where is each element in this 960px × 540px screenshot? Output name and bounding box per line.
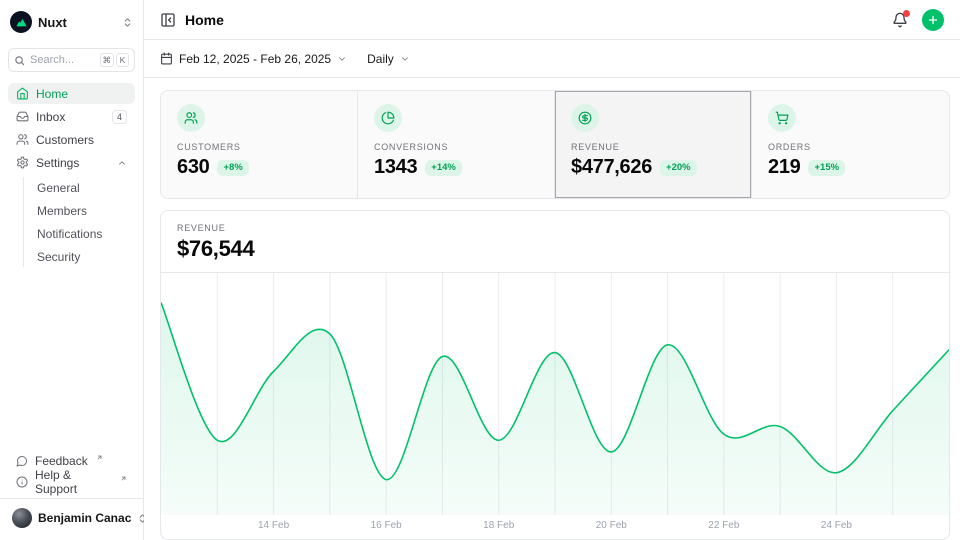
chart-pie-icon	[374, 104, 402, 132]
stats-row: CUSTOMERS 630 +8% CONVERSIONS 1343 +14%	[160, 90, 950, 199]
chevron-up-down-icon	[122, 17, 133, 28]
stat-value: 630	[177, 156, 209, 179]
stat-delta-badge: +8%	[217, 160, 248, 176]
chart-x-axis: 14 Feb 16 Feb 18 Feb 20 Feb 22 Feb 24 Feb	[161, 515, 949, 539]
sidebar-nav: Home Inbox 4 Customers Settings	[8, 83, 135, 267]
plus-icon	[927, 14, 939, 26]
workspace-name: Nuxt	[38, 15, 67, 30]
x-axis-tick-label: 24 Feb	[821, 520, 852, 531]
dashboard-content: CUSTOMERS 630 +8% CONVERSIONS 1343 +14%	[144, 78, 960, 540]
sidebar-item-members[interactable]: Members	[24, 200, 135, 221]
stat-value: 1343	[374, 156, 417, 179]
stat-label: CONVERSIONS	[374, 142, 538, 152]
users-icon	[177, 104, 205, 132]
search-placeholder: Search...	[30, 54, 74, 66]
sidebar-item-general[interactable]: General	[24, 177, 135, 198]
date-range-value: Feb 12, 2025 - Feb 26, 2025	[179, 52, 331, 66]
sidebar-item-label: Home	[36, 87, 68, 101]
stat-card-customers[interactable]: CUSTOMERS 630 +8%	[161, 91, 358, 198]
x-axis-tick-label: 16 Feb	[371, 520, 402, 531]
x-axis-tick-label: 14 Feb	[258, 520, 289, 531]
sidebar-item-security[interactable]: Security	[24, 246, 135, 267]
chart-plot-area[interactable]	[161, 273, 949, 515]
sidebar-item-customers[interactable]: Customers	[8, 129, 135, 150]
chevron-down-icon	[400, 54, 410, 64]
user-menu[interactable]: Benjamin Canac	[8, 506, 135, 530]
sidebar-item-label: Settings	[36, 156, 79, 170]
chevron-down-icon	[337, 54, 347, 64]
inbox-count-badge: 4	[112, 110, 127, 124]
x-axis-tick-label: 18 Feb	[483, 520, 514, 531]
dollar-circle-icon	[571, 104, 599, 132]
sidebar-item-inbox[interactable]: Inbox 4	[8, 106, 135, 127]
sidebar-user-section: Benjamin Canac	[0, 498, 143, 532]
workspace-switcher[interactable]: Nuxt	[8, 8, 135, 36]
inbox-icon	[16, 110, 29, 123]
notification-dot	[903, 10, 910, 17]
chart-header: REVENUE $76,544	[161, 211, 949, 273]
users-icon	[16, 133, 29, 146]
search-icon	[14, 55, 25, 66]
search-shortcut: ⌘ K	[100, 53, 130, 67]
stat-delta-badge: +14%	[425, 160, 462, 176]
add-button[interactable]	[922, 9, 944, 31]
stat-label: REVENUE	[571, 142, 735, 152]
period-value: Daily	[367, 52, 394, 66]
stat-card-orders[interactable]: ORDERS 219 +15%	[752, 91, 949, 198]
settings-submenu: General Members Notifications Security	[23, 177, 135, 267]
revenue-area-chart	[161, 273, 949, 515]
page-title: Home	[185, 12, 224, 28]
stat-card-conversions[interactable]: CONVERSIONS 1343 +14%	[358, 91, 555, 198]
stat-card-revenue[interactable]: REVENUE $477,626 +20%	[555, 91, 752, 198]
sidebar: Nuxt Search... ⌘ K Home	[0, 0, 144, 540]
sidebar-item-home[interactable]: Home	[8, 83, 135, 104]
notifications-button[interactable]	[892, 12, 908, 28]
period-select[interactable]: Daily	[367, 52, 410, 66]
revenue-chart-card: REVENUE $76,544 14 Feb 16 Feb 18 Feb 20 Feb…	[160, 210, 950, 540]
external-link-icon	[120, 475, 127, 482]
stat-value: 219	[768, 156, 800, 179]
sidebar-item-label: Customers	[36, 133, 94, 147]
gear-icon	[16, 156, 29, 169]
kbd-k: K	[116, 53, 129, 67]
calendar-icon	[160, 52, 173, 65]
header-actions	[892, 9, 944, 31]
sidebar-spacer	[8, 267, 135, 450]
user-name: Benjamin Canac	[38, 511, 131, 525]
sidebar-item-label: Inbox	[36, 110, 65, 124]
sidebar-item-help-support[interactable]: Help & Support	[8, 471, 135, 492]
kbd-meta: ⌘	[100, 53, 115, 67]
home-icon	[16, 87, 29, 100]
sidebar-item-settings[interactable]: Settings	[8, 152, 135, 173]
search-input[interactable]: Search... ⌘ K	[8, 48, 135, 72]
stat-value: $477,626	[571, 156, 652, 179]
external-link-icon	[96, 454, 103, 461]
date-range-picker[interactable]: Feb 12, 2025 - Feb 26, 2025	[160, 52, 347, 66]
page-header: Home	[144, 0, 960, 40]
sidebar-item-label: Help & Support	[35, 468, 112, 496]
stat-delta-badge: +20%	[660, 160, 697, 176]
nuxt-logo-icon	[10, 11, 32, 33]
sidebar-item-label: Feedback	[35, 454, 88, 468]
avatar	[12, 508, 32, 528]
sidebar-collapse-icon[interactable]	[160, 12, 176, 28]
stat-label: CUSTOMERS	[177, 142, 341, 152]
stat-label: ORDERS	[768, 142, 933, 152]
sidebar-item-notifications[interactable]: Notifications	[24, 223, 135, 244]
chevron-up-icon	[117, 158, 127, 168]
main-area: Home Feb 12, 2025 - Feb 26, 2025	[144, 0, 960, 540]
x-axis-tick-label: 20 Feb	[596, 520, 627, 531]
x-axis-tick-label: 22 Feb	[708, 520, 739, 531]
cart-icon	[768, 104, 796, 132]
chat-bubble-icon	[16, 455, 28, 467]
filter-toolbar: Feb 12, 2025 - Feb 26, 2025 Daily	[144, 40, 960, 78]
info-icon	[16, 476, 28, 488]
chart-metric-value: $76,544	[177, 236, 933, 262]
stat-delta-badge: +15%	[808, 160, 845, 176]
chart-metric-label: REVENUE	[177, 223, 933, 233]
app-window: Nuxt Search... ⌘ K Home	[0, 0, 960, 540]
